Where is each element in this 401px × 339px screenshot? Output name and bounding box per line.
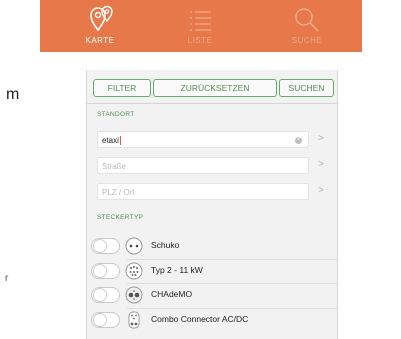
chademo-toggle[interactable]: [91, 287, 120, 303]
connector-row-typ2: Typ 2 - 11 kW: [87, 260, 337, 284]
reset-button[interactable]: ZURÜCKSETZEN: [153, 79, 277, 97]
search-button[interactable]: SUCHEN: [279, 79, 334, 97]
connector-row-chademo: CHAdeMO: [87, 284, 337, 308]
connector-row-schuko: Schuko: [87, 235, 337, 259]
combo-toggle[interactable]: [91, 312, 120, 328]
toggle-knob: [93, 313, 107, 327]
chademo-plug-icon: [125, 286, 143, 304]
typ2-toggle[interactable]: [91, 263, 120, 279]
street-field[interactable]: Straße: [97, 157, 309, 174]
background-text-fragment: m: [6, 86, 20, 103]
divider: [87, 103, 337, 104]
schuko-plug-icon: [125, 237, 143, 255]
city-field[interactable]: PLZ / Ort: [97, 183, 309, 200]
tab-karte-label: KARTE: [85, 36, 115, 45]
combo-plug-icon: [125, 311, 143, 329]
connector-name: Typ 2 - 11 kW: [151, 265, 203, 275]
filter-button[interactable]: FILTER: [93, 79, 151, 97]
steckertyp-header: STECKERTYP: [97, 214, 144, 221]
chevron-right-icon[interactable]: >: [318, 159, 324, 170]
toggle-knob: [93, 288, 107, 302]
standort-header: STANDORT: [97, 111, 135, 118]
connector-name: Schuko: [151, 240, 180, 250]
connector-row-combo: Combo Connector AC/DC: [87, 309, 337, 333]
location-query-field[interactable]: etaxi ×: [97, 131, 309, 148]
tab-karte[interactable]: KARTE: [50, 0, 150, 52]
tab-liste[interactable]: LISTE: [150, 0, 250, 52]
chevron-right-icon[interactable]: >: [318, 133, 324, 144]
background-text-fragment-2: r: [5, 273, 9, 284]
tab-suche-label: SUCHE: [291, 36, 323, 45]
tab-liste-label: LISTE: [187, 36, 213, 45]
connector-name: Combo Connector AC/DC: [151, 314, 249, 324]
text-caret: [119, 136, 121, 146]
tab-bar: KARTE LISTE SUCHE: [40, 0, 362, 52]
type2-plug-icon: [125, 262, 143, 280]
chevron-right-icon[interactable]: >: [318, 185, 324, 196]
filter-panel: FILTER ZURÜCKSETZEN SUCHEN STANDORT etax…: [86, 70, 338, 339]
toggle-knob: [93, 239, 107, 253]
schuko-toggle[interactable]: [91, 238, 120, 254]
connector-name: CHAdeMO: [151, 289, 193, 299]
location-query-value: etaxi: [102, 136, 119, 145]
tab-suche[interactable]: SUCHE: [257, 0, 357, 52]
clear-icon[interactable]: ×: [295, 137, 302, 144]
toggle-knob: [93, 264, 107, 278]
